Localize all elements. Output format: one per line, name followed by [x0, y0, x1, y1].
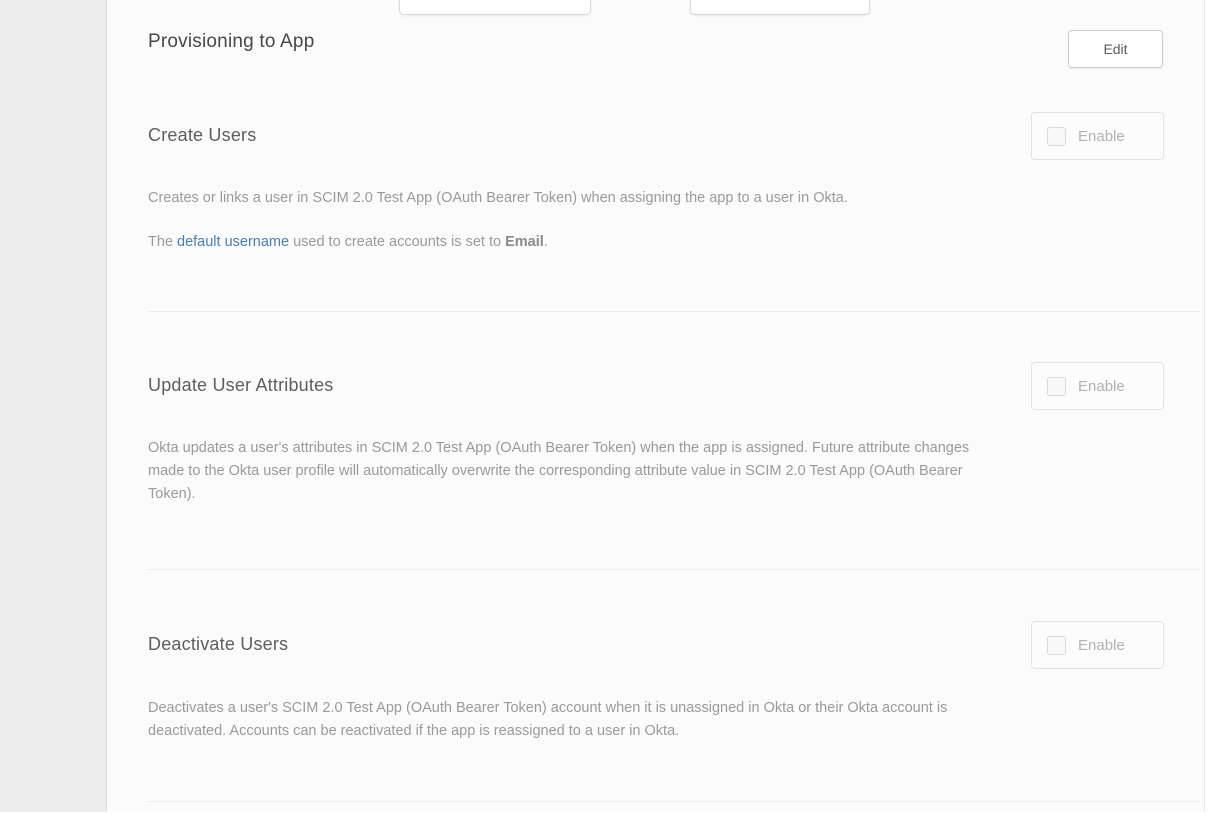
enable-label: Enable [1078, 637, 1125, 654]
section-divider [148, 801, 1201, 802]
checkbox-icon[interactable] [1047, 127, 1066, 146]
section-title-update-user-attributes: Update User Attributes [148, 375, 334, 396]
create-users-username-note: The default username used to create acco… [148, 231, 1178, 254]
edit-button[interactable]: Edit [1068, 30, 1163, 68]
section-title-deactivate-users: Deactivate Users [148, 634, 288, 655]
truncated-input-field-1[interactable] [399, 0, 591, 15]
note-middle: used to create accounts is set to [289, 234, 505, 250]
section-divider [148, 311, 1201, 312]
update-user-attributes-description: Okta updates a user's attributes in SCIM… [148, 437, 1178, 506]
enable-toggle-create-users[interactable]: Enable [1031, 112, 1164, 160]
provisioning-settings-panel: Provisioning to App Edit Create Users En… [107, 0, 1205, 812]
deactivate-users-description: Deactivates a user's SCIM 2.0 Test App (… [148, 697, 1178, 743]
enable-label: Enable [1078, 128, 1125, 145]
default-username-link[interactable]: default username [177, 234, 289, 250]
truncated-input-field-2[interactable] [690, 0, 870, 15]
checkbox-icon[interactable] [1047, 377, 1066, 396]
enable-toggle-update-user-attributes[interactable]: Enable [1031, 362, 1164, 410]
enable-label: Enable [1078, 378, 1125, 395]
checkbox-icon[interactable] [1047, 636, 1066, 655]
note-suffix: . [544, 234, 548, 250]
left-sidebar [0, 0, 107, 812]
create-users-description: Creates or links a user in SCIM 2.0 Test… [148, 187, 1178, 210]
section-divider [148, 569, 1201, 570]
note-bold-value: Email [505, 234, 544, 250]
section-title-create-users: Create Users [148, 125, 256, 146]
enable-toggle-deactivate-users[interactable]: Enable [1031, 621, 1164, 669]
page-title: Provisioning to App [148, 31, 314, 53]
note-prefix: The [148, 234, 177, 250]
